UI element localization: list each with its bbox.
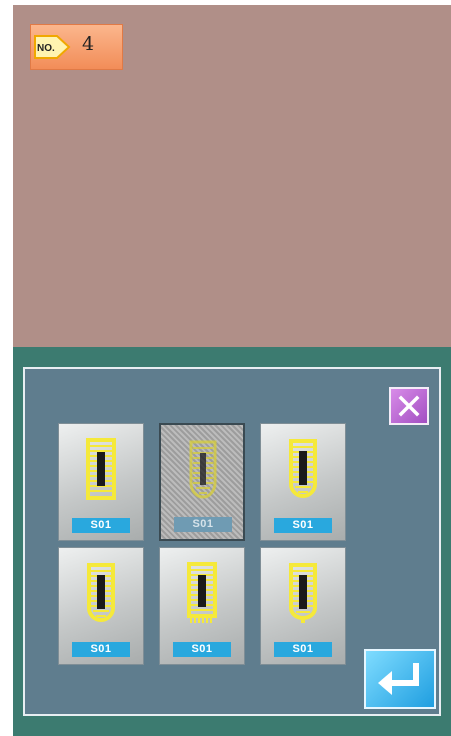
pattern-tile-3[interactable]: S01	[260, 423, 346, 541]
stitch-pattern-keyhole-icon	[289, 563, 317, 623]
stitch-pattern-u-shape-icon	[289, 439, 317, 498]
pattern-number-badge[interactable]: NO. 4	[30, 24, 123, 70]
pattern-tile-label: S01	[72, 518, 130, 533]
pattern-tile-1[interactable]: S01	[58, 423, 144, 541]
stitch-pattern-rect-icon	[86, 438, 116, 500]
stitch-pattern-round-bottom-icon	[189, 440, 217, 499]
pattern-tile-6[interactable]: S01	[260, 547, 346, 665]
pattern-selection-panel: S01 S01 S01 S01 S01 S01	[23, 367, 441, 716]
pattern-tile-label: S01	[72, 642, 130, 657]
pattern-tile-2-selected[interactable]: S01	[159, 423, 245, 541]
pattern-tile-label: S01	[274, 518, 332, 533]
sewing-machine-screen: NO. 4 S01 S01 S01 S01 S01 S01	[13, 5, 451, 736]
enter-return-icon	[378, 663, 419, 695]
pattern-preview-area: NO. 4	[13, 5, 451, 347]
pattern-tile-4[interactable]: S01	[58, 547, 144, 665]
close-icon	[398, 395, 420, 417]
pattern-tile-5[interactable]: S01	[159, 547, 245, 665]
close-button[interactable]	[389, 387, 429, 425]
stitch-pattern-bartack-icon	[187, 562, 217, 623]
no-tag-icon: NO.	[34, 35, 71, 59]
pattern-tile-label: S01	[174, 517, 232, 532]
pattern-tile-label: S01	[173, 642, 231, 657]
selection-area: S01 S01 S01 S01 S01 S01	[13, 347, 451, 736]
pattern-number-value: 4	[82, 33, 95, 55]
pattern-tile-label: S01	[274, 642, 332, 657]
stitch-pattern-u-shape-icon	[87, 563, 115, 622]
no-tag-text: NO.	[37, 43, 55, 54]
enter-button[interactable]	[364, 649, 436, 709]
